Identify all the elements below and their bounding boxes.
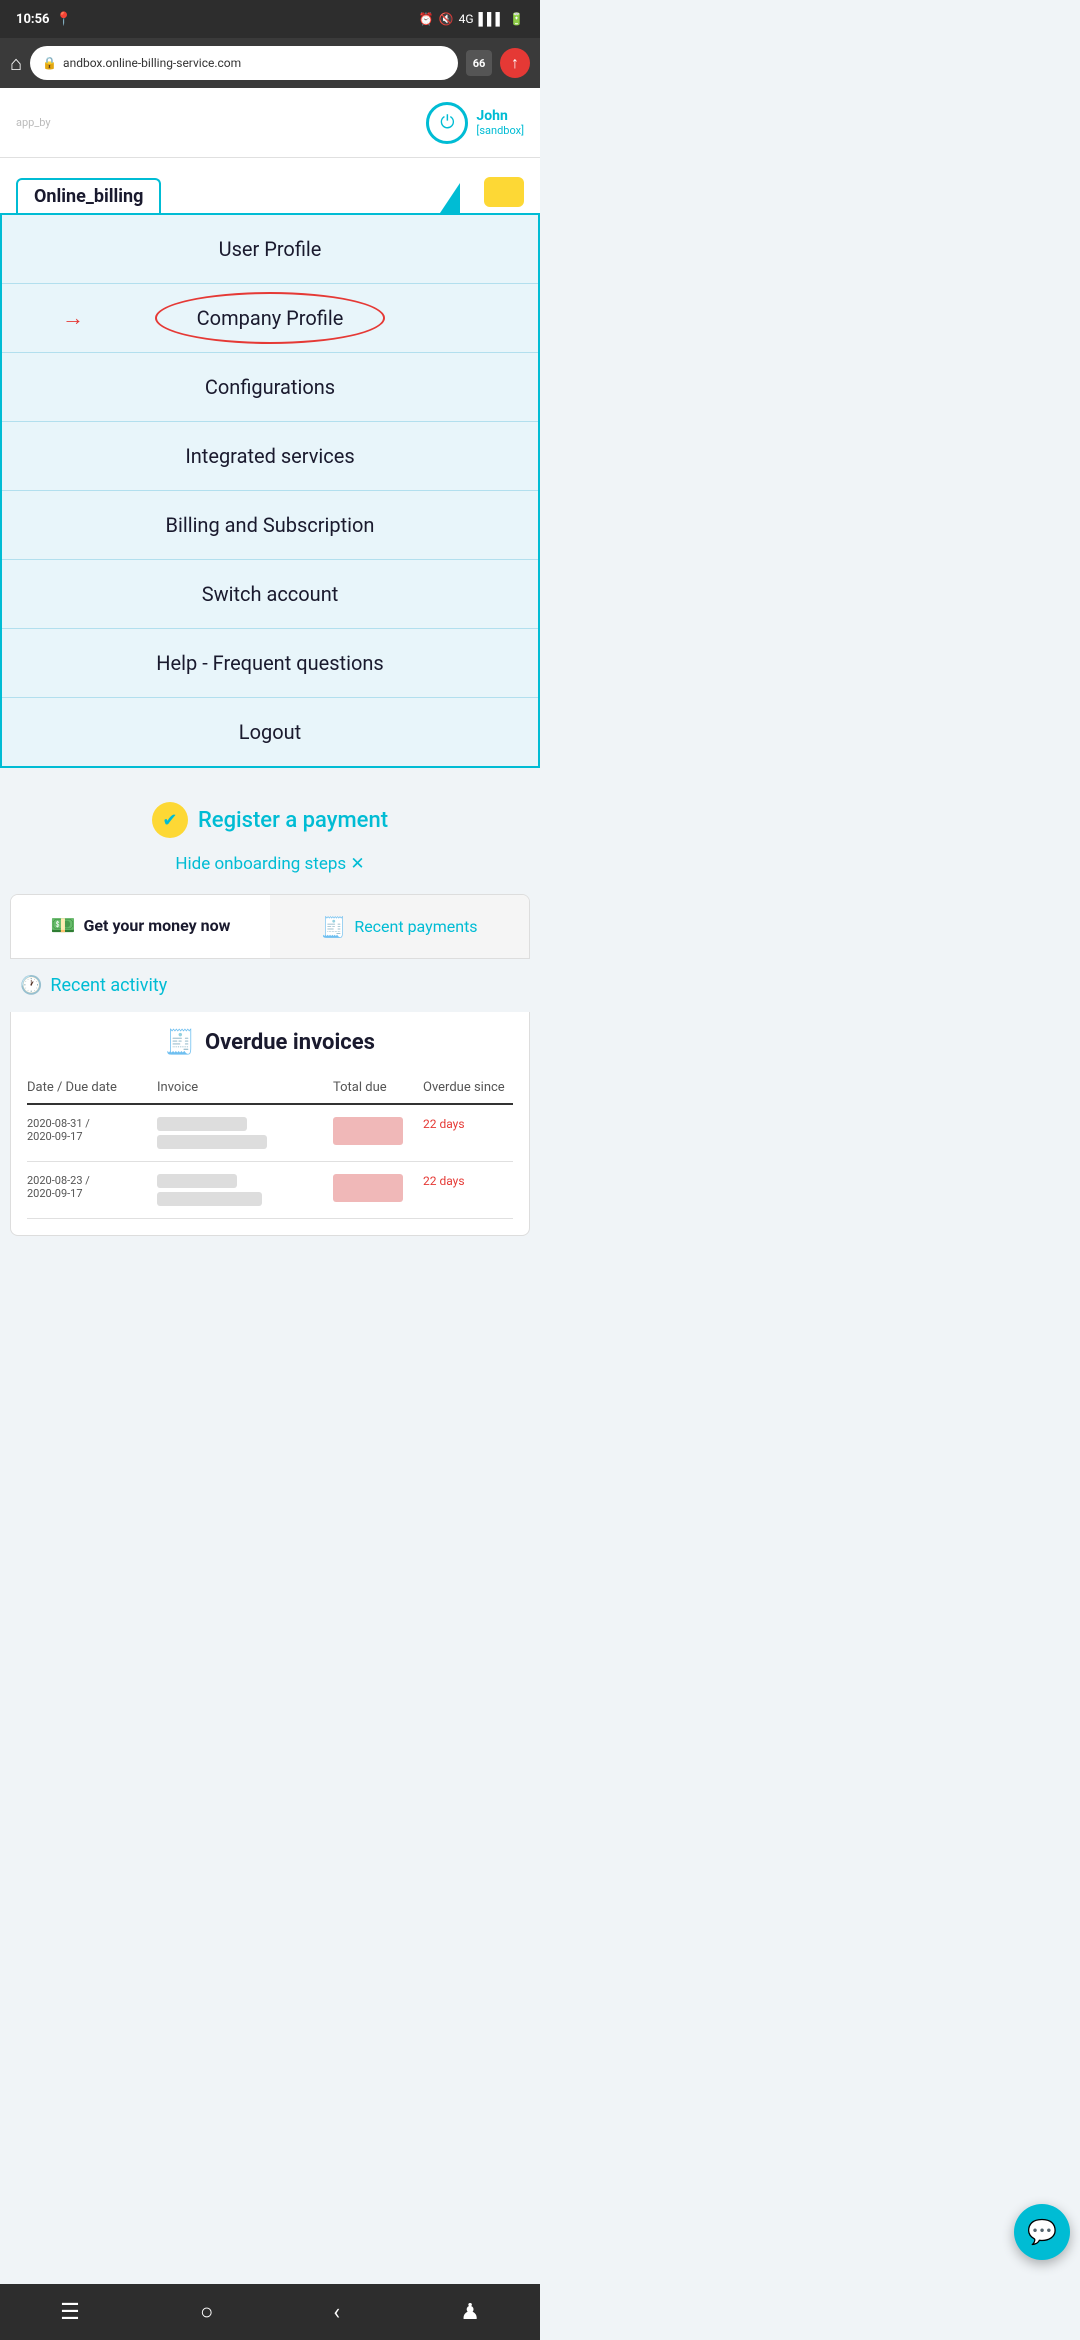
menu-label-switch-account: Switch account [202, 582, 339, 606]
menu-label-help: Help - Frequent questions [156, 651, 383, 675]
menu-label-billing-subscription: Billing and Subscription [166, 513, 375, 537]
row2-overdue: 22 days [423, 1174, 513, 1206]
tabs-container: 💵 Get your money now 🧾 Recent payments [10, 894, 530, 959]
menu-item-logout[interactable]: Logout [2, 698, 538, 766]
invoices-header: 🧾 Overdue invoices [27, 1028, 513, 1056]
row1-invoice [157, 1117, 333, 1149]
nav-home-icon[interactable]: ○ [200, 2299, 213, 2325]
alarm-icon: ⏰ [419, 12, 434, 26]
time-display: 10:56 [16, 12, 50, 27]
lock-icon: 🔒 [42, 56, 57, 70]
dropdown-menu: User Profile Company Profile → Configura… [0, 213, 540, 768]
chat-button[interactable]: 💬 [1014, 2204, 1070, 2260]
invoice-icon: 🧾 [165, 1028, 195, 1056]
upload-button[interactable]: ↑ [500, 48, 530, 78]
network-icon: 4G [459, 12, 474, 26]
register-payment-label: Register a payment [198, 808, 388, 833]
row1-date: 2020-08-31 /2020-09-17 [27, 1117, 157, 1149]
home-icon[interactable]: ⌂ [10, 51, 22, 76]
col-date: Date / Due date [27, 1080, 157, 1095]
nav-back-icon[interactable]: ‹ [333, 2300, 340, 2325]
browser-bar: ⌂ 🔒 andbox.online-billing-service.com 66… [0, 38, 540, 88]
logo-text: app_by [16, 116, 51, 129]
signal-icon: ▌▌▌ [479, 12, 505, 26]
user-info: John [sandbox] [476, 108, 524, 137]
row1-total [333, 1117, 423, 1149]
status-bar: 10:56 📍 ⏰ 🔇 4G ▌▌▌ 🔋 [0, 0, 540, 38]
nav-menu-icon[interactable]: ☰ [60, 2300, 80, 2325]
row2-total [333, 1174, 423, 1206]
table-row[interactable]: 2020-08-23 /2020-09-17 22 days [27, 1162, 513, 1219]
register-payment-section[interactable]: ✔ Register a payment [0, 784, 540, 846]
title-area: Online_billing [0, 158, 540, 213]
triangle-indicator [440, 183, 460, 213]
battery-icon: 🔋 [509, 12, 524, 26]
user-role: [sandbox] [476, 124, 524, 137]
check-icon: ✔ [152, 802, 188, 838]
url-text: andbox.online-billing-service.com [63, 56, 241, 70]
menu-item-switch-account[interactable]: Switch account [2, 560, 538, 629]
status-time: 10:56 📍 [16, 12, 72, 27]
col-total: Total due [333, 1080, 423, 1095]
invoices-section: 🧾 Overdue invoices Date / Due date Invoi… [10, 1012, 530, 1236]
menu-label-configurations: Configurations [205, 375, 335, 399]
table-header: Date / Due date Invoice Total due Overdu… [27, 1072, 513, 1105]
menu-item-billing-subscription[interactable]: Billing and Subscription [2, 491, 538, 560]
bottom-nav: ☰ ○ ‹ ♟ [0, 2284, 540, 2340]
tab-count[interactable]: 66 [466, 50, 492, 76]
hide-onboarding[interactable]: Hide onboarding steps ✕ [0, 846, 540, 894]
menu-label-user-profile: User Profile [219, 237, 322, 261]
menu-label-company-profile: Company Profile [197, 306, 344, 330]
power-icon[interactable]: ⏻ [426, 102, 468, 144]
invoices-title: Overdue invoices [205, 1030, 375, 1055]
nav-person-icon[interactable]: ♟ [460, 2300, 480, 2325]
recent-activity-label: Recent activity [50, 975, 167, 996]
menu-item-configurations[interactable]: Configurations [2, 353, 538, 422]
menu-label-logout: Logout [239, 720, 301, 744]
col-invoice: Invoice [157, 1080, 333, 1095]
user-area[interactable]: ⏻ John [sandbox] [426, 102, 524, 144]
location-icon: 📍 [56, 12, 72, 27]
app-header: app_by ⏻ John [sandbox] [0, 88, 540, 158]
table-row[interactable]: 2020-08-31 /2020-09-17 22 days [27, 1105, 513, 1162]
row2-date: 2020-08-23 /2020-09-17 [27, 1174, 157, 1206]
clock-icon: 🕐 [20, 975, 42, 996]
money-icon: 💵 [51, 913, 76, 937]
menu-label-integrated-services: Integrated services [185, 444, 354, 468]
main-content: ✔ Register a payment Hide onboarding ste… [0, 768, 540, 1236]
status-icons: ⏰ 🔇 4G ▌▌▌ 🔋 [419, 12, 524, 26]
recent-activity-section[interactable]: 🕐 Recent activity [0, 959, 540, 1012]
row1-overdue: 22 days [423, 1117, 513, 1149]
menu-item-integrated-services[interactable]: Integrated services [2, 422, 538, 491]
col-overdue: Overdue since [423, 1080, 513, 1095]
menu-item-help[interactable]: Help - Frequent questions [2, 629, 538, 698]
url-bar[interactable]: 🔒 andbox.online-billing-service.com [30, 46, 458, 80]
app-logo: app_by [16, 116, 51, 129]
mute-icon: 🔇 [439, 12, 454, 26]
menu-item-company-profile[interactable]: Company Profile → [2, 284, 538, 353]
menu-item-user-profile[interactable]: User Profile [2, 215, 538, 284]
user-name: John [476, 108, 524, 124]
app-title-tab[interactable]: Online_billing [16, 178, 161, 213]
yellow-button[interactable] [484, 177, 524, 207]
tab-recent-payments[interactable]: 🧾 Recent payments [270, 895, 529, 958]
tab-recent-payments-label: Recent payments [354, 917, 477, 936]
tab-get-money[interactable]: 💵 Get your money now [11, 895, 270, 958]
row2-invoice [157, 1174, 333, 1206]
tab-get-money-label: Get your money now [84, 916, 231, 935]
payments-icon: 🧾 [321, 915, 346, 939]
arrow-icon: → [62, 305, 84, 331]
